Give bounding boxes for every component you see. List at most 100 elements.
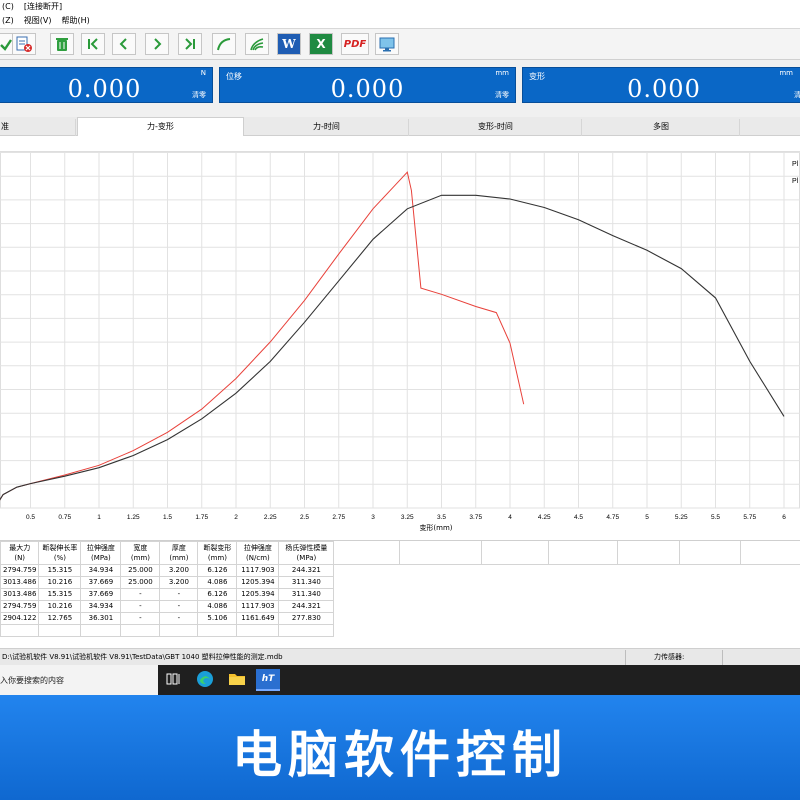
pdf-icon: PDF [343, 38, 367, 50]
taskbar-search-box[interactable]: 入你要搜索的内容 [0, 665, 158, 695]
x-tick-label: 5.25 [675, 514, 688, 521]
database-path: D:\试验机软件 V8.91\试验机软件 V8.91\TestData\GBT … [2, 653, 283, 661]
column-divider [481, 541, 482, 564]
trash-icon [54, 36, 70, 52]
deformation-readout: 变形 mm 0.000 清 [522, 67, 800, 103]
table-cell: 5.106 [197, 612, 238, 625]
table-row[interactable]: 2794.759 15.315 34.934 25.000 3.200 6.126 1117… [0, 564, 335, 577]
test-software-app-icon: hT [261, 674, 275, 684]
force-zero-button[interactable]: 清零 [192, 90, 206, 100]
tab-standard[interactable]: 准 [0, 119, 76, 136]
x-tick-label: 4.25 [538, 514, 551, 521]
multi-curve-button[interactable] [245, 33, 269, 55]
force-sensor-label: 力传感器: [654, 653, 685, 661]
results-body: 2794.759 15.315 34.934 25.000 3.200 6.126 1117… [0, 564, 335, 637]
file-explorer-button[interactable] [226, 669, 248, 691]
table-cell: - [159, 612, 199, 625]
table-cell-empty [236, 624, 280, 637]
column-header-unit: (mm) [130, 554, 150, 562]
x-tick-label: 3 [371, 514, 375, 521]
column-header-unit: (MPa) [296, 554, 317, 562]
table-cell-empty [38, 624, 82, 637]
table-cell: 2794.759 [0, 600, 40, 613]
x-tick-label: 1.25 [127, 514, 140, 521]
column-header-title: 拉伸强度 [86, 544, 115, 552]
results-column-header[interactable]: 拉伸强度 (MPa) [80, 541, 122, 565]
results-column-header[interactable]: 拉伸强度 (N/cm) [236, 541, 280, 565]
results-header-row: 最大力 (N) 断裂伸长率 (%) 拉伸强度 (MPa) 宽度 (mm) 厚度 (mm) 断裂变形 (… [0, 541, 335, 565]
edge-icon [196, 670, 214, 690]
menu-item-view[interactable]: 视图(V) [24, 15, 52, 27]
table-cell: 25.000 [120, 564, 161, 577]
column-header-title: 断裂伸长率 [42, 544, 78, 552]
x-tick-label: 4.5 [574, 514, 583, 521]
results-column-header[interactable]: 断裂变形 (mm) [197, 541, 238, 565]
deformation-zero-button[interactable]: 清 [794, 90, 800, 100]
x-tick-label: 5.5 [711, 514, 720, 521]
table-cell: 34.934 [80, 564, 122, 577]
prev-button[interactable] [112, 33, 136, 55]
column-header-title: 宽度 [133, 544, 148, 552]
x-tick-label: 1 [97, 514, 101, 521]
next-icon [150, 37, 164, 51]
tab-force-deformation[interactable]: 力-变形 [77, 117, 244, 137]
column-header-unit: (N) [14, 554, 26, 562]
table-row[interactable]: 2794.759 10.216 34.934- -4.086 1117.903 244.3… [0, 600, 335, 613]
tab-force-time[interactable]: 力-时间 [245, 119, 409, 136]
table-row[interactable]: 3013.486 15.315 37.669- -6.126 1205.394 311.3… [0, 588, 335, 601]
table-cell: 37.669 [80, 576, 122, 589]
last-icon [183, 37, 197, 51]
x-tick-label: 3.75 [469, 514, 482, 521]
legend-entry: Pl [792, 178, 799, 185]
results-column-header[interactable]: 杨氏弹性模量 (MPa) [278, 541, 335, 565]
displacement-readout: 位移 mm 0.000 清零 [219, 67, 516, 103]
first-button[interactable] [81, 33, 105, 55]
x-tick-label: 4 [508, 514, 512, 521]
monitor-button[interactable] [375, 33, 399, 55]
results-column-header[interactable]: 宽度 (mm) [120, 541, 161, 565]
column-divider [399, 541, 400, 564]
test-software-taskbar-button[interactable]: hT [256, 669, 280, 691]
table-row[interactable]: 2904.122 12.765 36.301- -5.106 1161.649 277.8… [0, 612, 335, 625]
task-view-button[interactable] [162, 669, 184, 691]
edge-browser-button[interactable] [194, 669, 216, 691]
tab-deformation-time[interactable]: 变形-时间 [410, 119, 582, 136]
export-word-button[interactable]: W [277, 33, 301, 55]
table-cell: 36.301 [80, 612, 122, 625]
table-cell: 244.321 [278, 600, 335, 613]
menu-item-help[interactable]: 帮助(H) [61, 15, 89, 27]
last-button[interactable] [178, 33, 202, 55]
column-header-unit: (mm) [207, 554, 227, 562]
table-cell: 10.216 [38, 600, 82, 613]
os-taskbar: 入你要搜索的内容 hT [0, 665, 800, 695]
next-button[interactable] [145, 33, 169, 55]
results-column-header[interactable]: 断裂伸长率 (%) [38, 541, 82, 565]
table-row[interactable]: 3013.486 10.216 37.669 25.000 3.200 4.086 1205… [0, 576, 335, 589]
results-column-header[interactable]: 厚度 (mm) [159, 541, 199, 565]
table-cell: 311.340 [278, 576, 335, 589]
results-table-panel: 最大力 (N) 断裂伸长率 (%) 拉伸强度 (MPa) 宽度 (mm) 厚度 (mm) 断裂变形 (… [0, 541, 800, 648]
delete-record-button[interactable] [12, 33, 36, 55]
results-column-header[interactable]: 最大力 (N) [0, 541, 40, 565]
tab-multi-chart[interactable]: 多图 [583, 119, 740, 136]
table-cell-empty [159, 624, 199, 637]
column-header-unit: (MPa) [91, 554, 111, 562]
table-cell: 1161.649 [236, 612, 280, 625]
monitor-icon [378, 36, 396, 52]
export-pdf-button[interactable]: PDF [341, 33, 369, 55]
menu-item-c[interactable]: (C) [2, 1, 14, 13]
export-excel-button[interactable]: X [309, 33, 333, 55]
table-cell: 12.765 [38, 612, 82, 625]
column-header-title: 拉伸强度 [243, 544, 272, 552]
delete-button[interactable] [50, 33, 74, 55]
x-tick-label: 4.75 [606, 514, 619, 521]
table-cell: - [120, 600, 161, 613]
table-row-empty [0, 624, 335, 637]
table-cell: 6.126 [197, 588, 238, 601]
menu-item-z[interactable]: (Z) [2, 15, 14, 27]
table-cell-empty [120, 624, 161, 637]
table-cell: 37.669 [80, 588, 122, 601]
table-cell: 3013.486 [0, 576, 40, 589]
curve-button[interactable] [212, 33, 236, 55]
displacement-zero-button[interactable]: 清零 [495, 90, 509, 100]
